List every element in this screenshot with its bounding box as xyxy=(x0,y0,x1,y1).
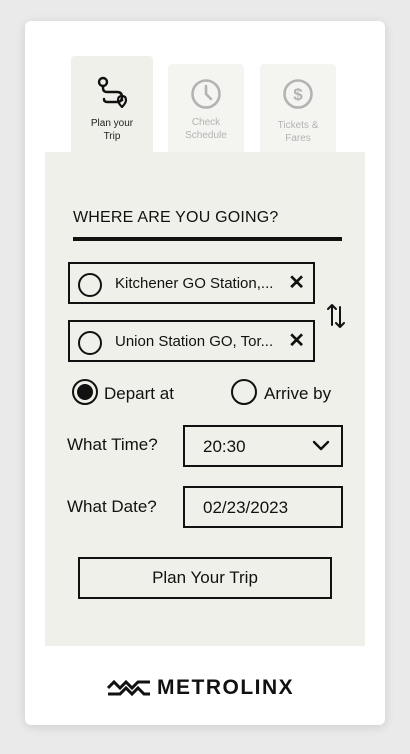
trip-planner-card: Plan your Trip Check Schedule $ Tickets … xyxy=(25,21,385,725)
metrolinx-logo: METROLINX xyxy=(107,676,294,700)
date-input[interactable]: 02/23/2023 xyxy=(183,486,343,528)
tab-tickets-fares[interactable]: $ Tickets & Fares xyxy=(260,64,336,154)
depart-at-label: Depart at xyxy=(104,384,174,403)
origin-field[interactable]: Kitchener GO Station,... ✕ xyxy=(68,262,315,304)
time-label: What Time? xyxy=(67,435,158,454)
trip-form-panel: WHERE ARE YOU GOING? Kitchener GO Statio… xyxy=(45,152,365,646)
clear-destination-icon[interactable]: ✕ xyxy=(288,327,305,355)
destination-value: Union Station GO, Tor... xyxy=(115,333,274,350)
brand-name: METROLINX xyxy=(157,676,295,699)
date-value: 02/23/2023 xyxy=(203,498,289,517)
destination-marker-icon xyxy=(78,331,102,355)
time-select[interactable]: 20:30 xyxy=(183,425,343,467)
heading-underline xyxy=(73,237,342,241)
metrolinx-logo-mark xyxy=(107,679,150,697)
plan-your-trip-button[interactable]: Plan Your Trip xyxy=(78,557,332,599)
swap-stations-icon[interactable] xyxy=(325,303,347,329)
route-icon xyxy=(97,76,128,108)
arrive-by-label: Arrive by xyxy=(264,384,332,403)
time-value: 20:30 xyxy=(203,437,246,456)
tab-label: Tickets & Fares xyxy=(277,120,319,144)
form-heading: WHERE ARE YOU GOING? xyxy=(73,209,279,226)
date-label: What Date? xyxy=(67,497,157,516)
chevron-down-icon xyxy=(312,440,330,451)
origin-marker-icon xyxy=(78,273,102,297)
clear-origin-icon[interactable]: ✕ xyxy=(288,269,305,297)
svg-text:$: $ xyxy=(293,85,303,104)
tab-label: Check Schedule xyxy=(185,117,227,141)
arrive-by-radio[interactable] xyxy=(231,379,257,405)
tab-check-schedule[interactable]: Check Schedule xyxy=(168,64,244,154)
depart-at-radio[interactable] xyxy=(72,379,98,405)
tab-plan-your-trip[interactable]: Plan your Trip xyxy=(71,56,153,156)
destination-field[interactable]: Union Station GO, Tor... ✕ xyxy=(68,320,315,362)
tab-label: Plan your Trip xyxy=(90,118,134,142)
origin-value: Kitchener GO Station,... xyxy=(115,275,274,292)
clock-icon xyxy=(191,79,221,109)
dollar-icon: $ xyxy=(283,79,313,109)
